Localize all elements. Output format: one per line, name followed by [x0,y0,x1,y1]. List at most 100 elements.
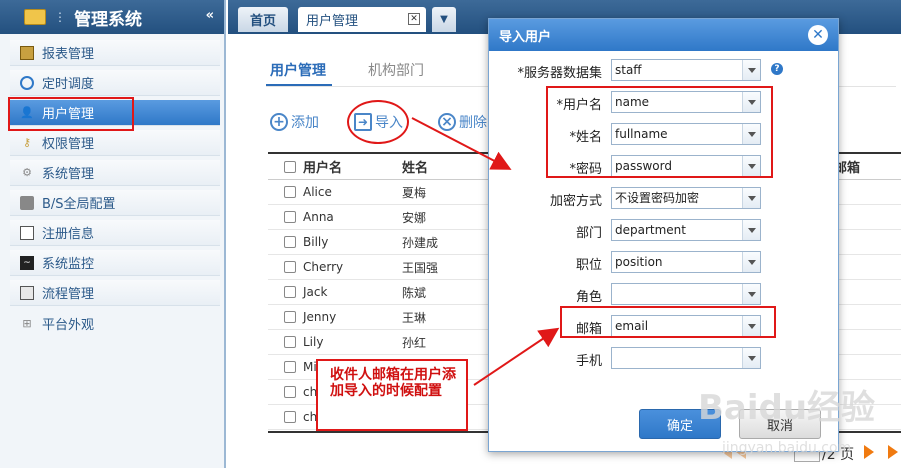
chevron-down-icon[interactable] [742,188,760,208]
field-label: 职位 [575,258,602,273]
cell-username: Alice [303,185,332,199]
dataset-select[interactable]: staff [611,59,761,81]
delete-label: 删除 [459,115,487,131]
delete-icon: × [438,113,456,131]
dialog-header: 导入用户 ✕ [489,19,838,51]
select-value: department [615,223,686,237]
close-tab-icon[interactable]: ✕ [408,13,420,25]
sidebar-item-label: 注册信息 [42,227,95,242]
subtab-departments[interactable]: 机构部门 [368,60,424,80]
row-checkbox[interactable] [284,286,296,298]
cell-fullname: 陈斌 [402,285,427,300]
cell-username: Anna [303,210,334,224]
sidebar: ⋮ 管理系统 « 报表管理 定时调度 👤 用户管理 ⚷ 权限管理 ⚙ 系统管理 … [0,0,226,468]
field-encryption: 加密方式 不设置密码加密 [489,187,840,209]
select-value: position [615,255,663,269]
field-phone: 手机 [489,347,840,369]
sidebar-item-flow[interactable]: 流程管理 [10,280,220,306]
subtab-users[interactable]: 用户管理 [270,60,326,80]
sidebar-item-label: 权限管理 [42,137,95,152]
role-select[interactable] [611,283,761,305]
select-value: staff [615,63,642,77]
row-checkbox[interactable] [284,386,296,398]
watermark-logo: Baidu经验 [698,388,876,428]
field-label: 部门 [575,226,602,241]
sidebar-header: ⋮ 管理系统 « [0,0,224,34]
delete-button[interactable]: × 删除 [438,112,487,132]
help-icon[interactable]: ? [771,63,783,75]
sidebar-item-label: 报表管理 [42,47,95,62]
chevron-down-icon: ▼ [440,14,448,25]
header-fullname: 姓名 [402,161,429,176]
cell-fullname: 孙红 [402,335,427,350]
tab-dropdown-button[interactable]: ▼ [432,7,456,32]
annotation-note: 收件人邮箱在用户添加导入的时候配置 [316,359,468,431]
cell-fullname: 王琳 [402,310,427,325]
sidebar-item-schedule[interactable]: 定时调度 [10,70,220,96]
field-dataset: *服务器数据集 staff [489,59,840,81]
register-icon [20,225,34,240]
last-page-icon[interactable] [888,445,898,459]
cell-username: Cherry [303,260,344,274]
cell-username: Lily [303,335,324,349]
chevron-down-icon[interactable] [742,252,760,272]
cell-fullname: 安娜 [402,210,427,225]
sidebar-item-register[interactable]: 注册信息 [10,220,220,246]
row-checkbox[interactable] [284,261,296,273]
position-select[interactable]: position [611,251,761,273]
sidebar-item-monitor[interactable]: ~ 系统监控 [10,250,220,276]
header-username: 用户名 [303,161,343,176]
row-checkbox[interactable] [284,361,296,373]
row-checkbox[interactable] [284,311,296,323]
row-checkbox[interactable] [284,236,296,248]
chevron-down-icon[interactable] [742,284,760,304]
chevron-down-icon[interactable] [742,60,760,80]
cell-fullname: 王国强 [402,260,439,275]
chevron-down-icon[interactable] [742,220,760,240]
highlight-required-fields [546,86,773,178]
add-button[interactable]: + 添加 [270,112,319,132]
cell-fullname: 夏梅 [402,185,427,200]
key-icon: ⚷ [22,136,32,149]
row-checkbox[interactable] [284,336,296,348]
select-all-checkbox[interactable] [284,160,296,173]
field-label: *服务器数据集 [517,66,602,81]
highlight-import-button [347,100,409,144]
field-label: 手机 [575,354,602,369]
cell-fullname: 孙建成 [402,235,439,250]
tab-label: 用户管理 [306,14,359,29]
row-checkbox[interactable] [284,411,296,423]
row-checkbox[interactable] [284,211,296,223]
department-select[interactable]: department [611,219,761,241]
field-position: 职位 position [489,251,840,273]
sidebar-item-label: 平台外观 [42,317,95,333]
gear-icon: ⚙ [22,166,32,179]
tab-user-management[interactable]: 用户管理 ✕ [298,7,426,32]
row-checkbox[interactable] [284,186,296,198]
next-page-icon[interactable] [864,445,874,459]
report-icon [20,45,34,60]
tab-home[interactable]: 首页 [238,7,288,32]
app-title: 管理系统 [74,9,142,30]
close-dialog-button[interactable]: ✕ [808,25,828,45]
sidebar-item-system[interactable]: ⚙ 系统管理 [10,160,220,186]
add-label: 添加 [291,115,319,131]
sidebar-item-label: 定时调度 [42,77,95,92]
sidebar-item-report[interactable]: 报表管理 [10,40,220,66]
field-label: 角色 [575,290,602,305]
select-value: 不设置密码加密 [615,191,700,205]
encryption-select[interactable]: 不设置密码加密 [611,187,761,209]
cell-username: Mi [303,360,317,374]
active-subtab-indicator [266,84,332,86]
sidebar-item-bs-config[interactable]: B/S全局配置 [10,190,220,216]
chevron-down-icon[interactable] [742,348,760,368]
field-department: 部门 department [489,219,840,241]
dialog-title: 导入用户 [499,29,552,45]
sidebar-item-permissions[interactable]: ⚷ 权限管理 [10,130,220,156]
collapse-sidebar-button[interactable]: « [206,8,214,23]
phone-select[interactable] [611,347,761,369]
watermark-url: jingyan.baidu.com [722,440,852,456]
cell-username: Jenny [303,310,337,324]
sidebar-item-appearance[interactable]: ⊞ 平台外观 [10,310,220,336]
sidebar-item-label: B/S全局配置 [42,197,116,212]
